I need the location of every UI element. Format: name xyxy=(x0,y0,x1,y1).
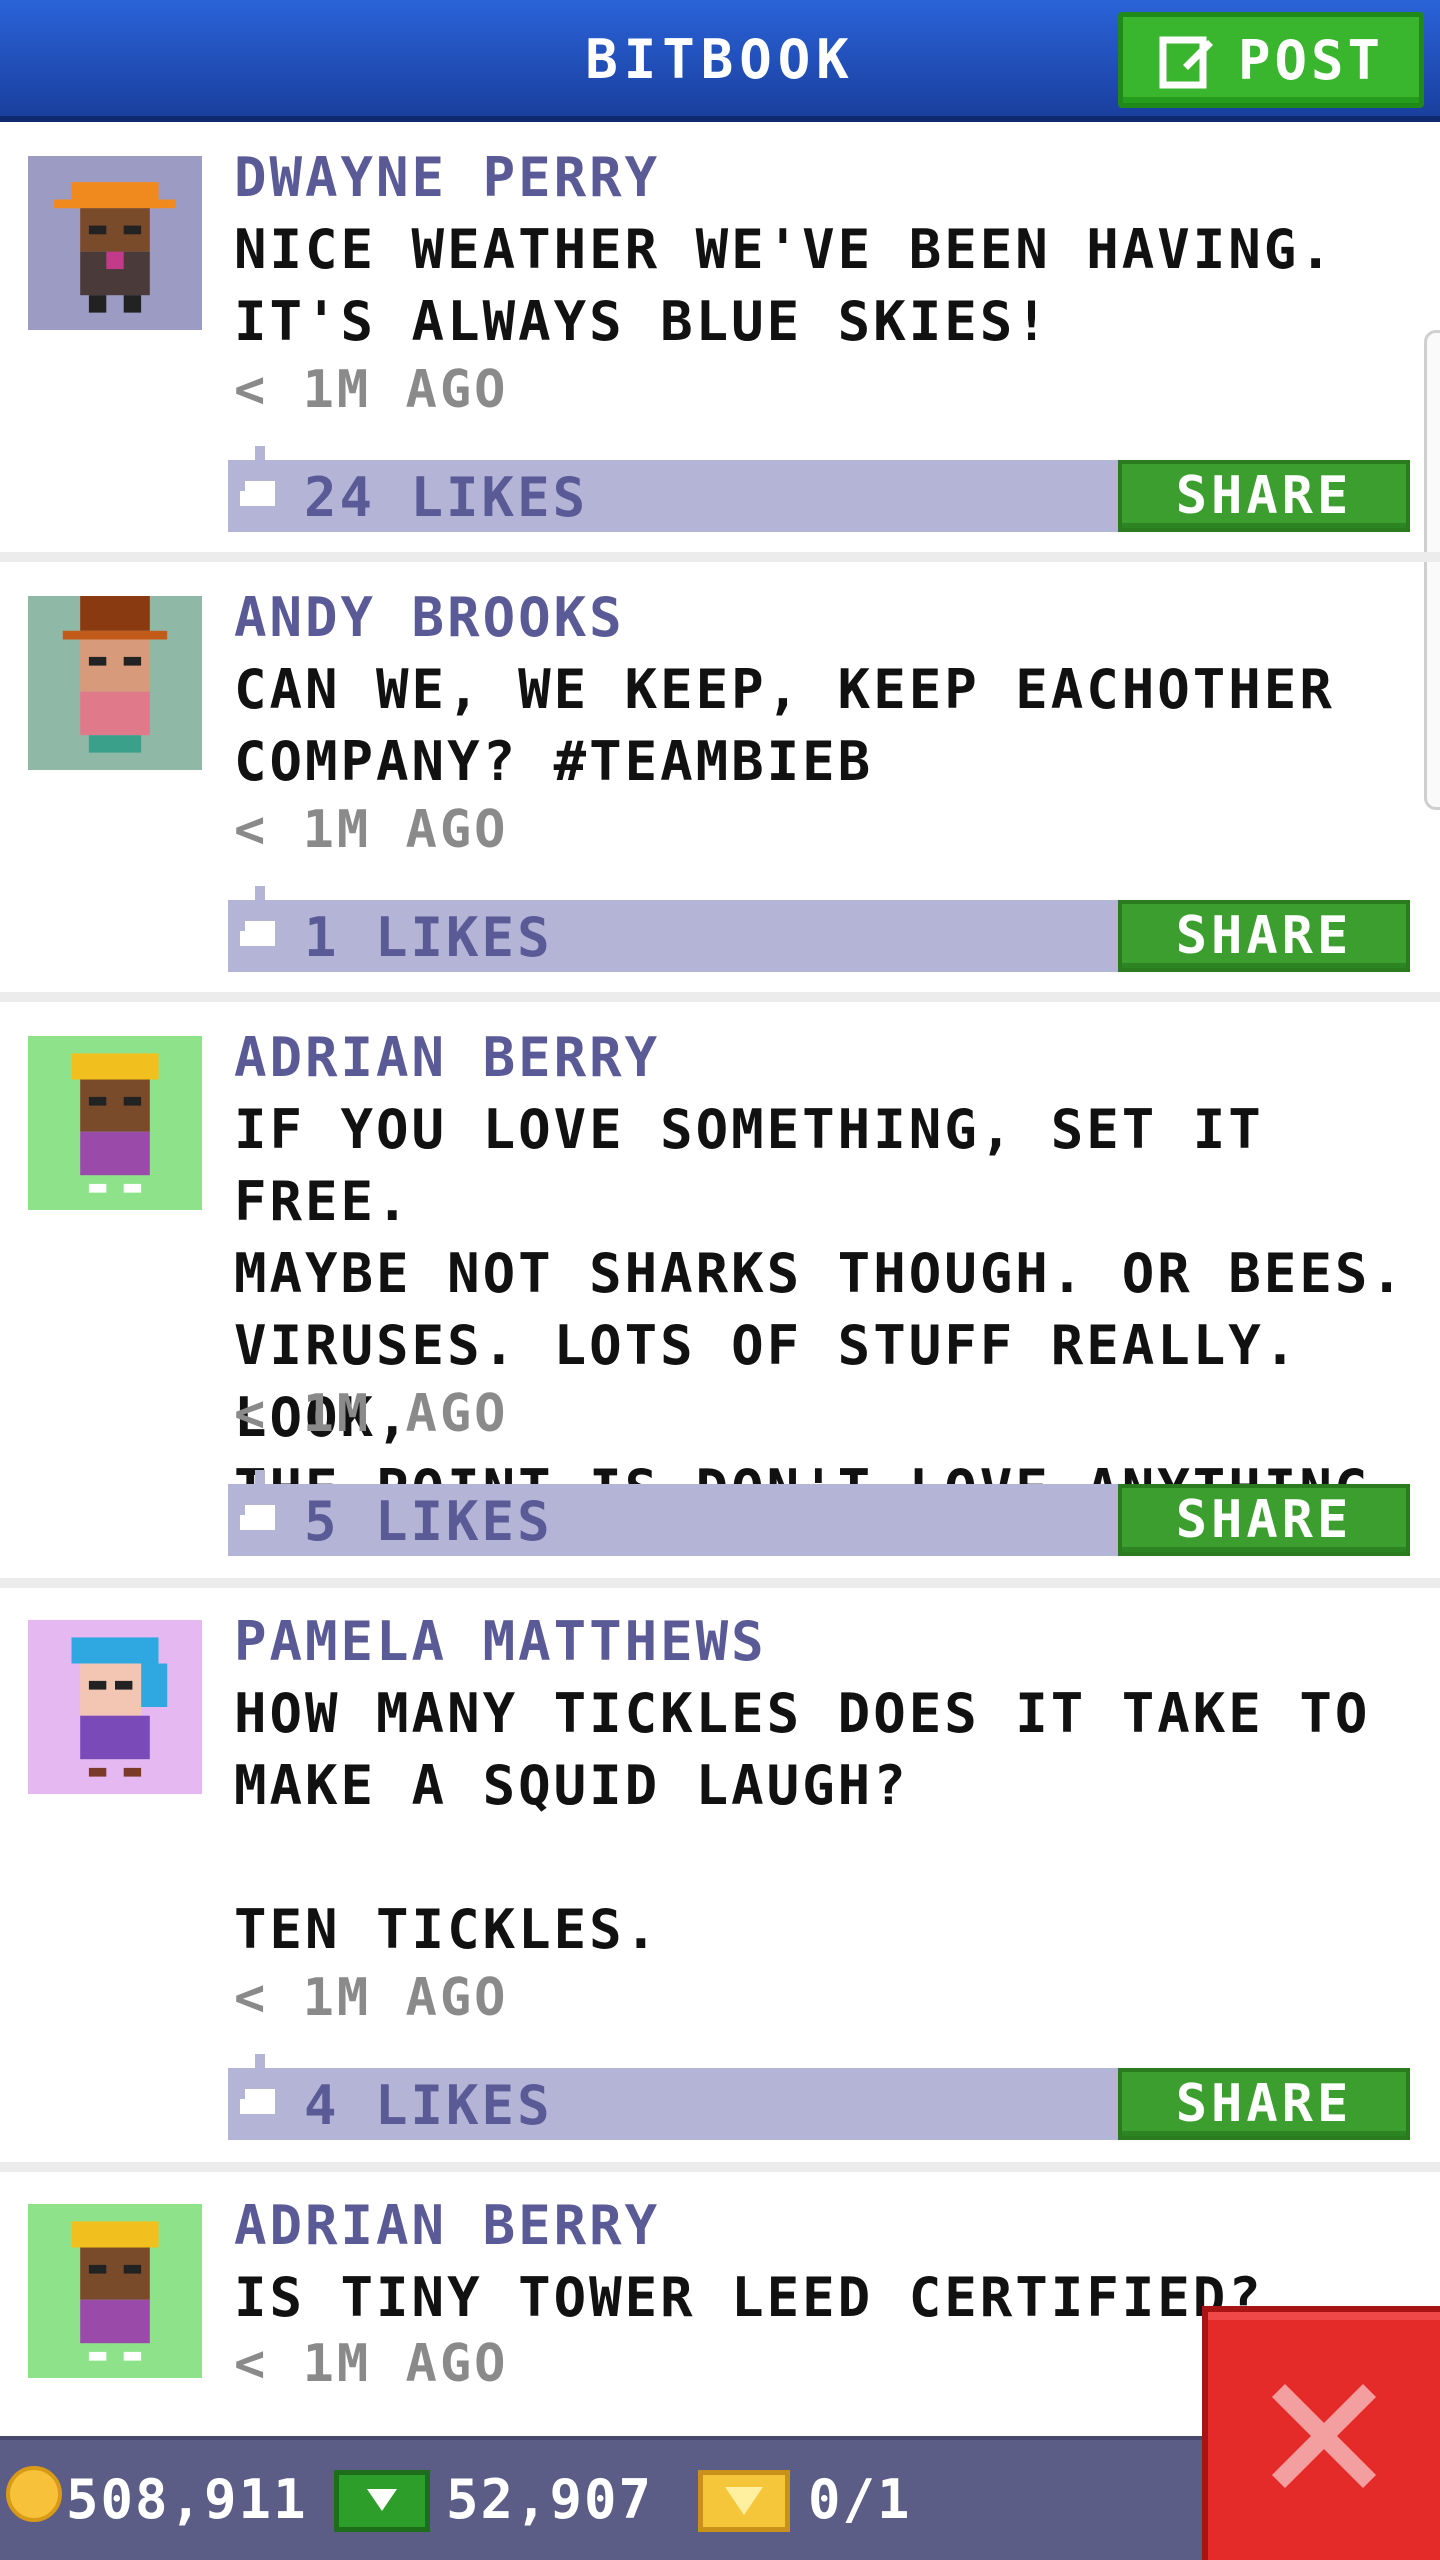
thumbs-up-icon[interactable] xyxy=(240,886,280,956)
avatar[interactable] xyxy=(28,2204,202,2378)
ticket-icon xyxy=(698,2470,790,2532)
worker-avatar-icon xyxy=(28,156,202,330)
avatar[interactable] xyxy=(28,596,202,770)
avatar[interactable] xyxy=(28,1620,202,1794)
blonde-avatar-icon xyxy=(28,2204,202,2378)
post-time: < 1M AGO xyxy=(234,1968,509,2028)
post-author[interactable]: DWAYNE PERRY xyxy=(234,146,660,209)
edit-icon xyxy=(1159,36,1213,89)
avatar[interactable] xyxy=(28,156,202,330)
post-divider xyxy=(0,2162,1440,2172)
likes-bar: 5 LIKES SHARE xyxy=(228,1470,1410,1556)
blonde-avatar-icon xyxy=(28,1036,202,1210)
share-button[interactable]: SHARE xyxy=(1118,1484,1410,1556)
post-author[interactable]: ADRIAN BERRY xyxy=(234,1026,660,1089)
post-author[interactable]: ADRIAN BERRY xyxy=(234,2194,660,2257)
thumbs-up-icon[interactable] xyxy=(240,446,280,516)
coin-icon xyxy=(6,2466,62,2522)
post-time: < 1M AGO xyxy=(234,2334,509,2394)
bux-icon xyxy=(334,2470,430,2532)
coins-count: 508,911 xyxy=(66,2468,308,2531)
likes-count: 24 LIKES xyxy=(304,466,589,529)
likes-bar: 24 LIKES SHARE xyxy=(228,446,1410,532)
share-button[interactable]: SHARE xyxy=(1118,900,1410,972)
post-author[interactable]: ANDY BROOKS xyxy=(234,586,625,649)
close-button[interactable] xyxy=(1202,2306,1440,2560)
post-message: HOW MANY TICKLES DOES IT TAKE TO MAKE A … xyxy=(234,1682,1371,1961)
app-header: BITBOOK POST xyxy=(0,0,1440,122)
tickets-count: 0/1 xyxy=(808,2468,912,2531)
bux-count: 52,907 xyxy=(446,2468,654,2531)
post-author[interactable]: PAMELA MATTHEWS xyxy=(234,1610,767,1673)
hat-avatar-icon xyxy=(28,596,202,770)
thumbs-up-icon[interactable] xyxy=(240,1470,280,1540)
post-message: NICE WEATHER WE'VE BEEN HAVING. IT'S ALW… xyxy=(234,218,1335,353)
post-divider xyxy=(0,1578,1440,1588)
likes-bar: 4 LIKES SHARE xyxy=(228,2054,1410,2140)
share-button[interactable]: SHARE xyxy=(1118,460,1410,532)
avatar[interactable] xyxy=(28,1036,202,1210)
likes-count: 5 LIKES xyxy=(304,1490,553,1553)
likes-bar: 1 LIKES SHARE xyxy=(228,886,1410,972)
post-time: < 1M AGO xyxy=(234,360,509,420)
post-divider xyxy=(0,992,1440,1002)
blue-hair-avatar-icon xyxy=(28,1620,202,1794)
post-button[interactable]: POST xyxy=(1118,12,1424,108)
post-time: < 1M AGO xyxy=(234,800,509,860)
post-time: < 1M AGO xyxy=(234,1384,509,1444)
close-icon xyxy=(1272,2384,1376,2488)
post-message: CAN WE, WE KEEP, KEEP EACHOTHER COMPANY?… xyxy=(234,658,1335,793)
likes-count: 4 LIKES xyxy=(304,2074,553,2137)
post-message: IF YOU LOVE SOMETHING, SET IT FREE. MAYB… xyxy=(234,1098,1406,1521)
post-divider xyxy=(0,552,1440,562)
likes-count: 1 LIKES xyxy=(304,906,553,969)
share-button[interactable]: SHARE xyxy=(1118,2068,1410,2140)
post-button-label: POST xyxy=(1237,28,1385,92)
thumbs-up-icon[interactable] xyxy=(240,2054,280,2124)
